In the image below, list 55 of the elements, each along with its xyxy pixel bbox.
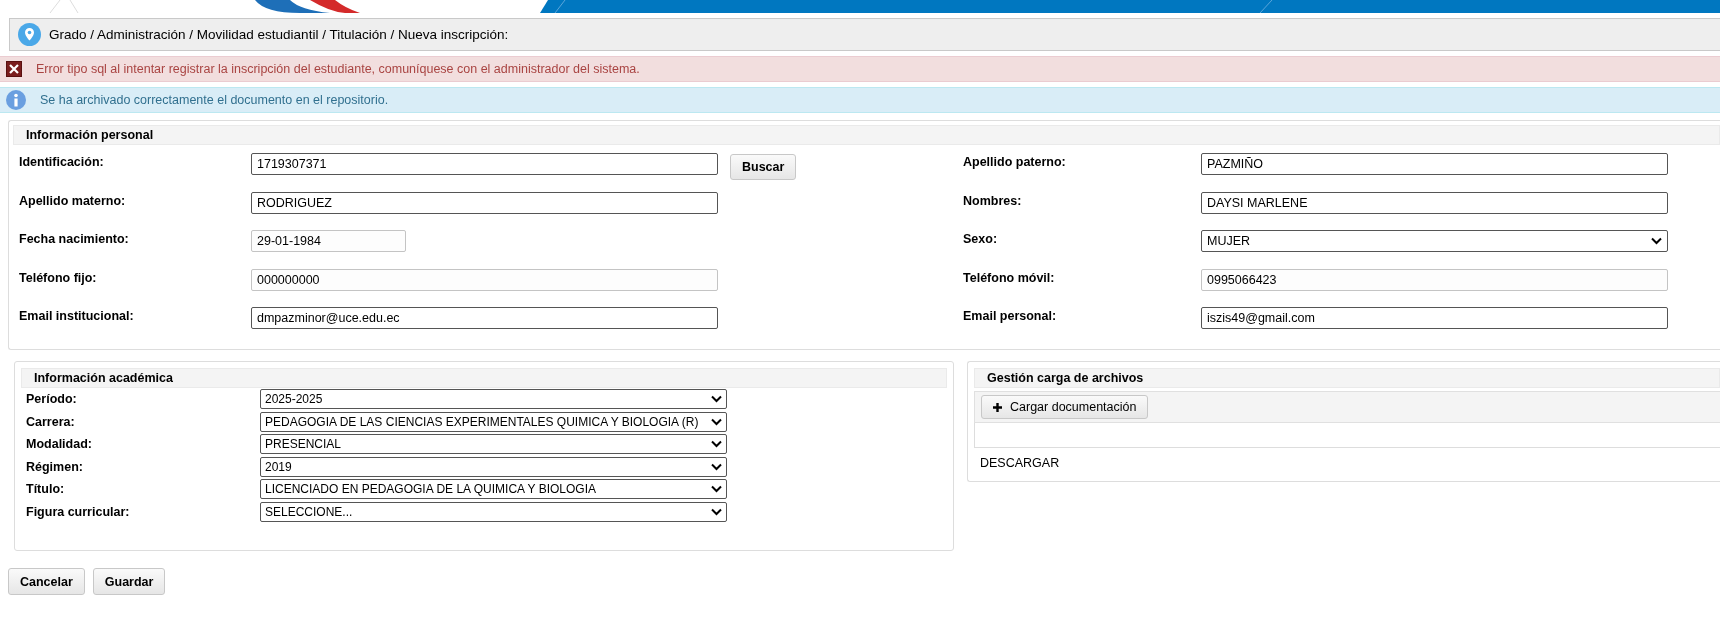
select-field[interactable]: 2025-2025 [260, 389, 727, 410]
text-field[interactable]: PAZMIÑO [1201, 153, 1668, 175]
chevron-down-icon [711, 462, 722, 471]
save-button[interactable]: Guardar [92, 568, 166, 595]
field-label: Título: [26, 482, 65, 497]
chevron-down-icon [711, 507, 722, 516]
select-field[interactable]: SELECCIONE... [260, 501, 727, 522]
field-label: Modalidad: [26, 437, 92, 452]
field-label: Figura curricular: [26, 504, 130, 519]
field-label: Período: [26, 392, 77, 407]
field-label: Email personal: [963, 309, 1057, 323]
chevron-down-icon [1651, 237, 1662, 245]
select-field[interactable]: 2019 [260, 456, 727, 477]
date-field[interactable]: 29-01-1984 [251, 230, 406, 252]
text-field[interactable]: 0995066423 [1201, 268, 1668, 291]
field-label: Teléfono móvil: [963, 270, 1055, 285]
section-header: Gestión carga de archivos [974, 368, 1720, 388]
text-field[interactable]: iszis49@gmail.com [1201, 307, 1668, 329]
field-label: Nombres: [963, 193, 1022, 208]
section-header: Información académica [21, 368, 947, 388]
location-pin-icon [18, 23, 41, 46]
field-label: Teléfono fijo: [19, 270, 97, 285]
info-message: Se ha archivado correctamente el documento en el repositorio. [40, 93, 389, 107]
text-field[interactable]: DAYSI MARLENE [1201, 191, 1668, 214]
breadcrumb-text: Grado / Administración / Movilidad estudiantil / Titulación / Nueva inscripción: [49, 27, 509, 42]
chevron-down-icon [711, 485, 722, 494]
select-field[interactable]: LICENCIADO EN PEDAGOGIA DE LA QUIMICA Y BIOLOGIA [260, 479, 727, 500]
field-label: Fecha nacimiento: [19, 232, 129, 246]
field-label: Apellido materno: [19, 193, 126, 208]
chevron-down-icon [711, 417, 722, 426]
section-header: Información personal [13, 125, 1720, 145]
field-label: Régimen: [26, 459, 83, 474]
plus-icon [993, 402, 1002, 412]
field-label: Apellido paterno: [963, 155, 1066, 169]
field-label: Carrera: [26, 414, 75, 429]
search-button[interactable]: Buscar [730, 154, 797, 180]
text-field[interactable]: 000000000 [251, 268, 718, 291]
text-field[interactable]: 1719307371 [251, 153, 718, 175]
select-field[interactable]: PRESENCIAL [260, 434, 727, 455]
select-field[interactable]: PEDAGOGIA DE LAS CIENCIAS EXPERIMENTALES QUIMICA Y BIOLOGIA (R) [260, 411, 727, 432]
chevron-down-icon [711, 395, 722, 404]
field-label: Sexo: [963, 232, 998, 246]
error-message: Error tipo sql al intentar registrar la inscripción del estudiante, comuníquese con el administrador del sistema. [36, 62, 640, 76]
download-link[interactable]: DESCARGAR [980, 456, 1060, 470]
text-field[interactable]: RODRIGUEZ [251, 191, 718, 214]
cancel-button[interactable]: Cancelar [8, 568, 85, 595]
chevron-down-icon [711, 440, 722, 449]
upload-button[interactable]: Cargar documentación [981, 395, 1149, 419]
field-label: Identificación: [19, 155, 104, 169]
file-drop-area[interactable] [974, 423, 1720, 448]
field-label: Email institucional: [19, 309, 134, 323]
info-icon [6, 90, 26, 110]
close-icon [6, 61, 22, 77]
text-field[interactable]: dmpazminor@uce.edu.ec [251, 307, 718, 329]
select-field[interactable]: MUJER [1201, 230, 1668, 252]
